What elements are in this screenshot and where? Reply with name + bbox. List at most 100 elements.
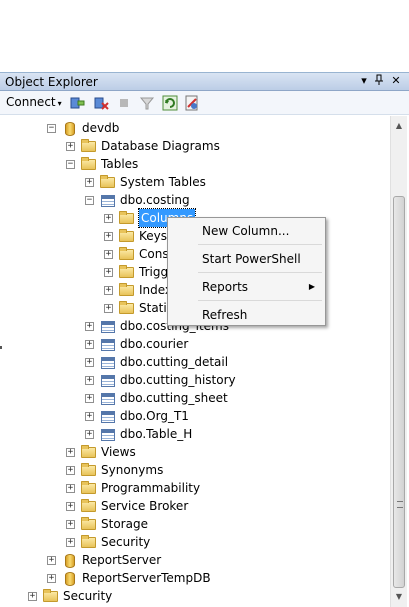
tree-node[interactable]: + Database Diagrams	[0, 137, 390, 155]
tree-node-label: Storage	[101, 517, 148, 531]
collapse-icon[interactable]: −	[47, 124, 56, 133]
tree-node[interactable]: + Storage	[0, 515, 390, 533]
tree-node-label: dbo.cutting_detail	[120, 355, 229, 369]
expand-icon[interactable]: +	[66, 520, 75, 529]
scrollbar-thumb[interactable]	[393, 196, 405, 588]
tree-node[interactable]: + System Tables	[0, 173, 390, 191]
connect-server-icon[interactable]	[69, 95, 85, 111]
tree-node[interactable]: + ReportServerTempDB	[0, 569, 390, 587]
disconnect-server-icon[interactable]	[93, 95, 109, 111]
tree-node-label: Synonyms	[101, 463, 164, 477]
object-explorer-titlebar: Object Explorer ▾ ✕	[0, 72, 409, 91]
tree-node[interactable]: + dbo.courier	[0, 335, 390, 353]
tree-node[interactable]: + Programmability	[0, 479, 390, 497]
folder-icon	[100, 175, 116, 189]
database-icon	[62, 571, 78, 586]
window-position-icon[interactable]: ▾	[357, 74, 371, 87]
expand-icon[interactable]: +	[47, 574, 56, 583]
filter-icon[interactable]	[139, 95, 155, 111]
folder-icon	[81, 463, 97, 477]
expand-icon[interactable]: +	[66, 466, 75, 475]
divider	[0, 346, 2, 349]
tree-node[interactable]: + dbo.Org_T1	[0, 407, 390, 425]
menu-item-start-powershell[interactable]: Start PowerShell	[202, 252, 301, 266]
chevron-down-icon: ▾	[57, 99, 62, 108]
expand-icon[interactable]: +	[104, 304, 113, 313]
refresh-icon[interactable]	[162, 95, 178, 111]
expand-icon[interactable]: +	[85, 358, 94, 367]
folder-icon	[81, 499, 97, 513]
tree-node-label: Service Broker	[101, 499, 189, 513]
folder-icon	[119, 229, 135, 243]
tree-node-label: ReportServer	[82, 553, 162, 567]
expand-icon[interactable]: +	[66, 538, 75, 547]
expand-icon[interactable]: +	[104, 232, 113, 241]
folder-icon	[81, 517, 97, 531]
collapse-icon[interactable]: −	[66, 160, 75, 169]
table-icon	[100, 409, 116, 423]
menu-item-new-column[interactable]: New Column...	[202, 224, 289, 238]
tree-node-label: Database Diagrams	[101, 139, 220, 153]
table-icon	[100, 427, 116, 441]
menu-separator	[198, 244, 322, 245]
expand-icon[interactable]: +	[85, 178, 94, 187]
expand-icon[interactable]: +	[85, 412, 94, 421]
submenu-arrow-icon: ▶	[308, 282, 315, 291]
tree-node-label: Tables	[101, 157, 139, 171]
menu-item-reports[interactable]: Reports	[202, 280, 322, 294]
menu-item-refresh[interactable]: Refresh	[202, 308, 247, 322]
tree-node[interactable]: − devdb	[0, 119, 390, 137]
collapse-icon[interactable]: −	[85, 196, 94, 205]
tree-node[interactable]: + dbo.Table_H	[0, 425, 390, 443]
folder-icon	[119, 301, 135, 315]
expand-icon[interactable]: +	[104, 268, 113, 277]
tree-node-label: dbo.Table_H	[120, 427, 193, 441]
expand-icon[interactable]: +	[47, 556, 56, 565]
expand-icon[interactable]: +	[28, 592, 37, 601]
close-icon[interactable]: ✕	[389, 74, 403, 87]
tree-node[interactable]: − Tables	[0, 155, 390, 173]
tree-node[interactable]: + dbo.cutting_history	[0, 371, 390, 389]
expand-icon[interactable]: +	[66, 484, 75, 493]
tree-node[interactable]: + Views	[0, 443, 390, 461]
expand-icon[interactable]: +	[66, 448, 75, 457]
tree-node[interactable]: + Synonyms	[0, 461, 390, 479]
tree-node-label: Programmability	[101, 481, 201, 495]
expand-icon[interactable]: +	[85, 340, 94, 349]
expand-icon[interactable]: +	[104, 286, 113, 295]
tree-node[interactable]: + dbo.cutting_sheet	[0, 389, 390, 407]
expand-icon[interactable]: +	[104, 214, 113, 223]
pin-icon[interactable]	[372, 74, 386, 89]
connect-dropdown[interactable]: Connect ▾	[6, 95, 62, 109]
expand-icon[interactable]: +	[85, 376, 94, 385]
scroll-up-icon[interactable]: ▲	[391, 118, 407, 134]
folder-icon	[119, 247, 135, 261]
expand-icon[interactable]: +	[85, 394, 94, 403]
tree-node-label: System Tables	[120, 175, 206, 189]
tree-node[interactable]: + Service Broker	[0, 497, 390, 515]
tree-node[interactable]: + Security	[0, 587, 390, 605]
tree-node-label: devdb	[82, 121, 120, 135]
folder-icon	[81, 157, 97, 171]
tree-node[interactable]: + Security	[0, 533, 390, 551]
tree-node-label: ReportServerTempDB	[82, 571, 211, 585]
powershell-icon[interactable]	[184, 95, 200, 111]
menu-item-label: Reports	[202, 280, 249, 294]
panel-title: Object Explorer	[5, 75, 98, 89]
expand-icon[interactable]: +	[66, 502, 75, 511]
table-icon	[100, 319, 116, 333]
expand-icon[interactable]: +	[85, 322, 94, 331]
object-explorer-toolbar: Connect ▾	[0, 91, 409, 115]
expand-icon[interactable]: +	[104, 250, 113, 259]
expand-icon[interactable]: +	[66, 142, 75, 151]
expand-icon[interactable]: +	[85, 430, 94, 439]
tree-node[interactable]: + ReportServer	[0, 551, 390, 569]
tree-node[interactable]: + dbo.cutting_detail	[0, 353, 390, 371]
tree-node[interactable]: − dbo.costing	[0, 191, 390, 209]
vertical-scrollbar[interactable]: ▲ ▼	[390, 116, 407, 607]
tree-node-label: Security	[101, 535, 151, 549]
stop-icon[interactable]	[116, 95, 132, 111]
tree-node-label: Trigg	[139, 265, 169, 279]
scroll-down-icon[interactable]: ▼	[391, 589, 407, 605]
folder-icon	[81, 445, 97, 459]
